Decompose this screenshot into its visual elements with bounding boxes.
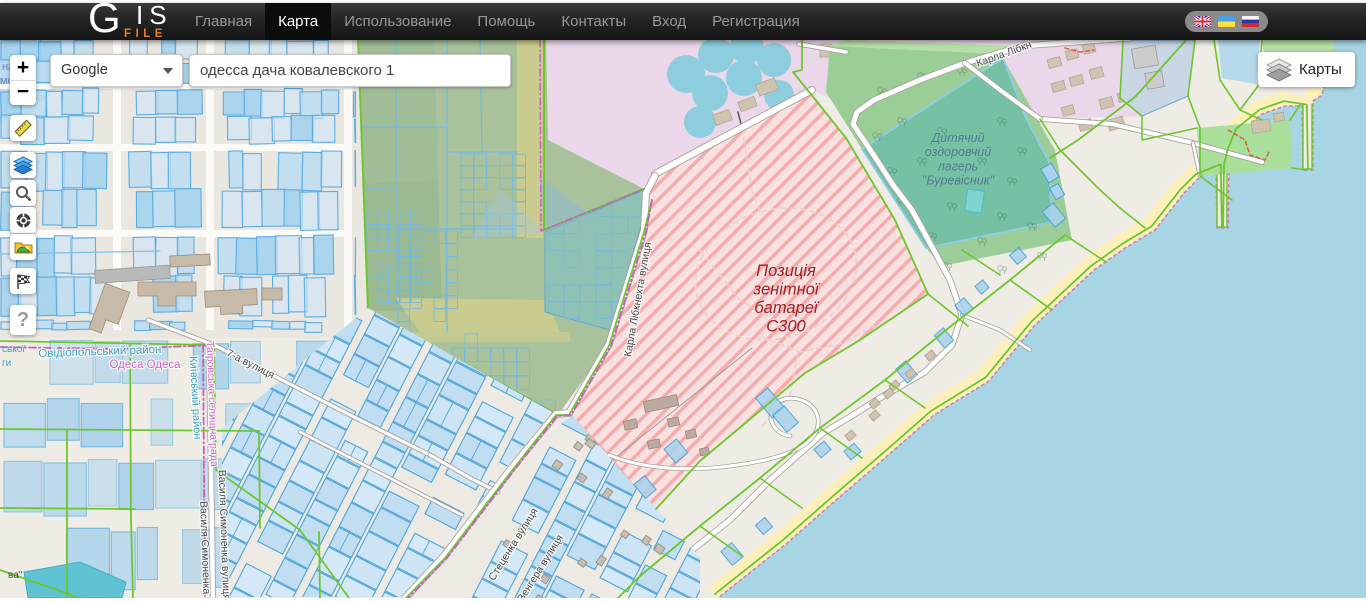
svg-text:ської: ської bbox=[2, 344, 25, 355]
svg-text:зенітної: зенітної bbox=[752, 281, 820, 299]
svg-text:С300: С300 bbox=[766, 318, 806, 336]
svg-text:Дитячий: Дитячий bbox=[929, 131, 984, 145]
svg-text:Позиція: Позиція bbox=[756, 262, 816, 280]
svg-text:ги: ги bbox=[2, 358, 11, 369]
svg-text:лагерь: лагерь bbox=[937, 159, 979, 173]
svg-text:"Буревісник": "Буревісник" bbox=[922, 174, 995, 188]
svg-text:оздоровчий: оздоровчий bbox=[925, 145, 991, 159]
svg-text:ва": ва" bbox=[8, 570, 23, 581]
svg-text:батареї: батареї bbox=[754, 299, 820, 317]
svg-text:Одеса Одеса: Одеса Одеса bbox=[109, 359, 181, 371]
